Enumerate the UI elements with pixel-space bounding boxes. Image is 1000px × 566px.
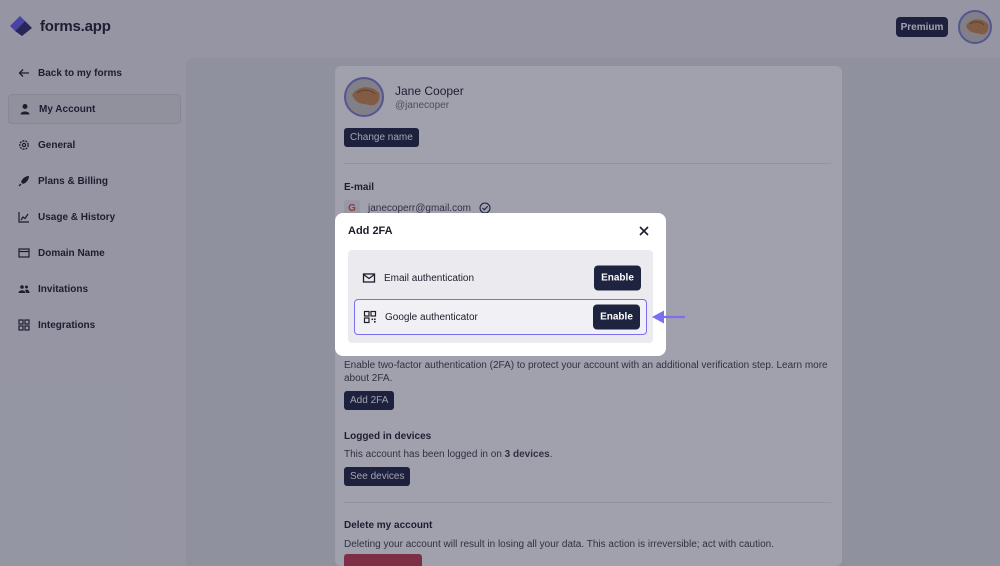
qr-code-icon (363, 310, 377, 324)
arrow-pointer-icon (652, 310, 685, 324)
modal-title: Add 2FA (348, 225, 393, 237)
auth-option-email[interactable]: Email authentication Enable (354, 260, 647, 296)
auth-option-label: Email authentication (384, 272, 475, 284)
close-icon[interactable] (637, 224, 651, 238)
auth-option-google[interactable]: Google authenticator Enable (354, 299, 647, 335)
auth-option-label: Google authenticator (385, 311, 478, 323)
enable-google-auth-button[interactable]: Enable (593, 304, 640, 330)
auth-options: Email authentication Enable Google authe… (348, 250, 653, 343)
add-2fa-modal: Add 2FA Email authentication Enable Goog… (335, 213, 666, 356)
envelope-icon (362, 273, 376, 283)
enable-email-auth-button[interactable]: Enable (594, 265, 641, 291)
